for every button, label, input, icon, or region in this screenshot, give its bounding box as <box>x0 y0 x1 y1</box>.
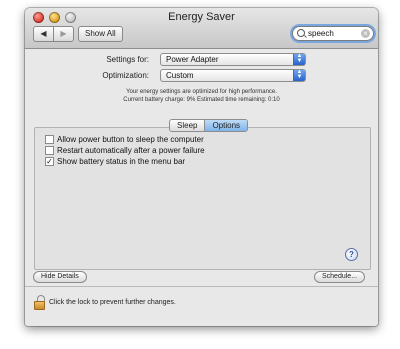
lock-icon[interactable] <box>34 295 45 310</box>
footer-divider <box>25 286 378 287</box>
hide-details-button[interactable]: Hide Details <box>33 271 87 283</box>
option-label: Restart automatically after a power fail… <box>57 146 205 155</box>
window-title: Energy Saver <box>168 11 235 23</box>
settings-for-popup[interactable]: Power Adapter ▲ ▼ <box>160 53 306 66</box>
tab-sleep[interactable]: Sleep <box>170 120 204 131</box>
checkbox-checked[interactable]: ✓ <box>45 157 54 166</box>
optimization-popup[interactable]: Custom ▲ ▼ <box>160 69 306 82</box>
settings-for-value: Power Adapter <box>166 55 219 64</box>
option-restart-after-power-failure[interactable]: Restart automatically after a power fail… <box>45 146 205 155</box>
search-field[interactable]: speech × <box>292 26 374 41</box>
battery-info: Current battery charge: 9% Estimated tim… <box>123 97 280 103</box>
back-button[interactable]: ◀ <box>34 27 53 41</box>
help-button[interactable]: ? <box>345 248 358 261</box>
schedule-button[interactable]: Schedule... <box>314 271 366 283</box>
tab-bar: Sleep Options <box>169 119 249 132</box>
popup-arrows-icon: ▲ ▼ <box>293 69 305 81</box>
search-input[interactable]: speech <box>308 27 334 40</box>
title-bar: Energy Saver ◀ ▶ Show All speech × <box>25 8 378 49</box>
option-label: Allow power button to sleep the computer <box>57 135 204 144</box>
show-all-button[interactable]: Show All <box>78 26 123 42</box>
performance-info: Your energy settings are optimized for h… <box>126 89 277 95</box>
popup-arrows-icon: ▲ ▼ <box>293 53 305 65</box>
checkbox[interactable] <box>45 146 54 155</box>
clear-search-icon[interactable]: × <box>361 29 370 38</box>
settings-for-label: Settings for: <box>106 55 149 64</box>
lock-message: Click the lock to prevent further change… <box>49 299 176 306</box>
search-icon <box>297 29 305 37</box>
forward-button[interactable]: ▶ <box>53 27 73 41</box>
option-label: Show battery status in the menu bar <box>57 157 186 166</box>
energy-saver-window: Energy Saver ◀ ▶ Show All speech × Setti… <box>25 8 378 326</box>
optimization-label: Optimization: <box>102 71 149 80</box>
tab-options[interactable]: Options <box>204 120 248 131</box>
back-forward-control: ◀ ▶ <box>33 26 74 42</box>
option-power-button-sleep[interactable]: Allow power button to sleep the computer <box>45 135 204 144</box>
option-show-battery-status[interactable]: ✓ Show battery status in the menu bar <box>45 157 185 166</box>
optimization-value: Custom <box>166 71 194 80</box>
checkbox[interactable] <box>45 135 54 144</box>
